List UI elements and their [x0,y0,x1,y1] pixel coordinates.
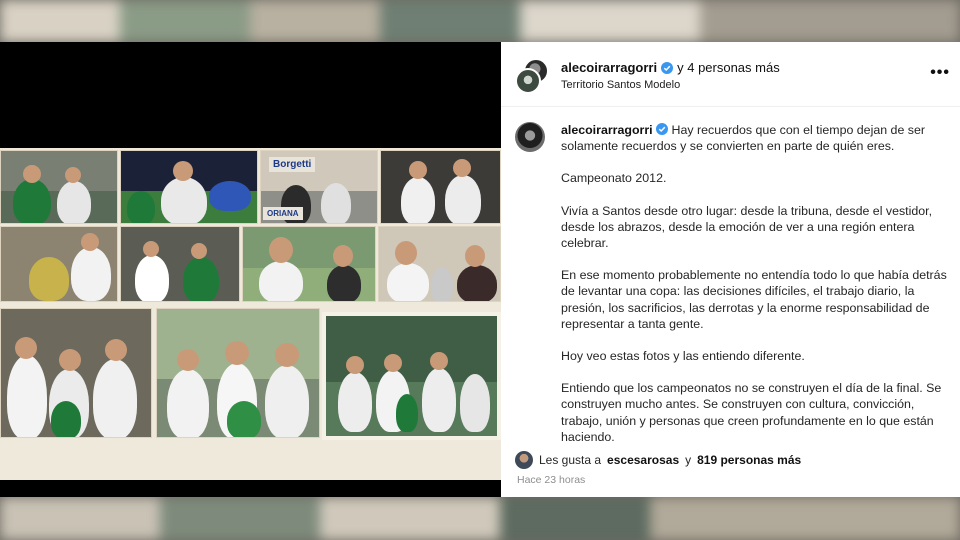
collage-photo [380,150,501,224]
collage-photo [120,226,240,302]
collage-photo [120,150,258,224]
caption-paragraph: Vivía a Santos desde otro lugar: desde l… [561,203,933,251]
likes-prefix: Les gusta a [539,453,602,467]
caption-text: alecoirarragorri Hay recuerdos que con e… [561,122,951,450]
stadium-banner: Borgetti [269,157,316,172]
blurred-background-top [0,0,960,42]
likes-connector: y [685,453,692,467]
likes-summary: Les gusta a escesarosas y 819 personas m… [515,451,801,469]
collage-photo [0,150,118,224]
caption-paragraph: Hoy veo estas fotos y las entiendo difer… [561,349,805,364]
more-options-button[interactable]: ••• [930,64,950,82]
location-link[interactable]: Territorio Santos Modelo [561,79,680,91]
caption-paragraph: Entiendo que los campeonatos no se const… [561,381,942,444]
photo-collage: Borgetti ORIANA [0,148,501,480]
instagram-post: Borgetti ORIANA alecoirarragorri y 4 per… [0,42,960,497]
verified-badge-icon [656,123,669,135]
avatar [515,451,533,469]
header-author: alecoirarragorri y 4 personas más [561,60,780,75]
collage-photo: Borgetti ORIANA [260,150,378,224]
caption-username[interactable]: alecoirarragorri [561,123,653,137]
post-timestamp: Hace 23 horas [517,474,586,486]
collage-photo [156,308,320,438]
collage-photo [0,226,118,302]
post-caption: alecoirarragorri Hay recuerdos que con e… [515,120,955,450]
caption-paragraph: En ese momento probablemente no entendía… [561,268,947,331]
sponsor-banner: ORIANA [263,207,303,220]
coauthors-link[interactable]: y 4 personas más [677,60,780,75]
avatar [515,68,541,94]
caption-paragraph: Campeonato 2012. [561,171,667,186]
collage-photo [322,312,501,440]
verified-badge-icon [661,61,674,74]
collage-photo [242,226,376,302]
collab-avatars[interactable] [515,58,549,94]
post-details-panel: alecoirarragorri y 4 personas más Territ… [501,42,960,497]
post-media[interactable]: Borgetti ORIANA [0,42,501,497]
post-header: alecoirarragorri y 4 personas más Territ… [501,42,960,107]
caption-paragraph: alecoirarragorri Hay recuerdos que con e… [561,122,951,154]
blurred-background-bottom [0,497,960,540]
collage-photo [0,308,152,438]
likes-count-link[interactable]: 819 personas más [697,453,801,467]
more-horizontal-icon: ••• [930,64,950,81]
collage-photo [378,226,501,302]
liker-username[interactable]: escesarosas [607,453,679,467]
author-username[interactable]: alecoirarragorri [561,60,657,75]
avatar[interactable] [515,122,545,152]
